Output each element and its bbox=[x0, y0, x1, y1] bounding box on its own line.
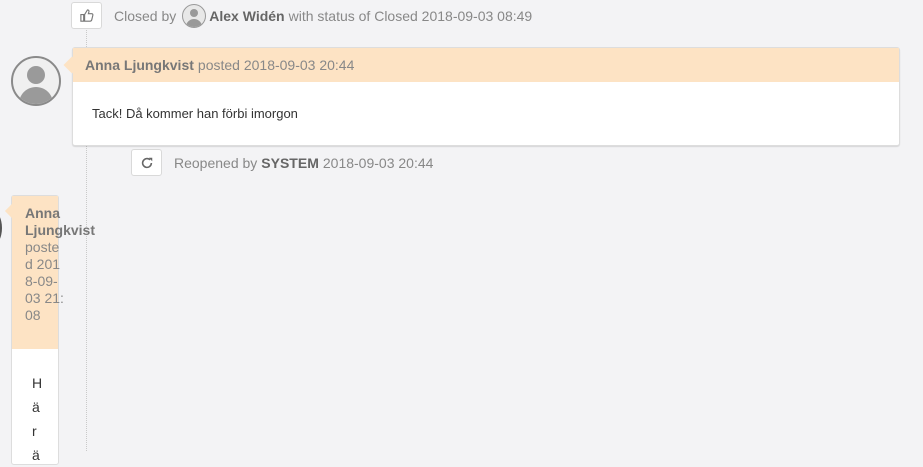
status-reopened-user: SYSTEM bbox=[261, 154, 319, 171]
status-reopened-row: Reopened by SYSTEM 2018-09-03 20:44 bbox=[131, 149, 433, 176]
refresh-icon bbox=[131, 149, 162, 176]
author-avatar bbox=[11, 56, 61, 106]
post-author-2[interactable]: Anna Ljungkvist bbox=[25, 205, 95, 239]
post-body: Tack! Då kommer han förbi imorgon bbox=[92, 106, 298, 121]
post-body-2: Här ä bbox=[32, 375, 43, 463]
post-author[interactable]: Anna Ljungkvist bbox=[85, 57, 194, 73]
post-header: Anna Ljungkvist posted 2018-09-03 20:44 bbox=[73, 48, 899, 82]
status-closed-prefix: Closed by bbox=[114, 7, 177, 24]
post-card-2: Anna Ljungkvist posted 2018-09-03 21:08 … bbox=[4, 195, 95, 465]
thumbs-up-icon bbox=[71, 2, 102, 29]
post-meta-2: posted 2018-09-03 21:08 bbox=[25, 239, 64, 323]
post-header-2: Anna Ljungkvist posted 2018-09-03 21:08 bbox=[12, 196, 95, 349]
post-meta: posted 2018-09-03 20:44 bbox=[197, 57, 355, 73]
user-avatar bbox=[182, 3, 207, 28]
status-closed-user[interactable]: Alex Widén bbox=[209, 8, 284, 24]
status-closed-row: Closed by Alex Widén with status of Clos… bbox=[71, 2, 532, 29]
author-avatar-partial bbox=[0, 210, 2, 246]
status-reopened-suffix: 2018-09-03 20:44 bbox=[322, 154, 434, 171]
status-reopened-prefix: Reopened by bbox=[174, 154, 258, 171]
post-card: Anna Ljungkvist posted 2018-09-03 20:44 … bbox=[63, 47, 900, 146]
status-closed-suffix: with status of Closed 2018-09-03 08:49 bbox=[288, 7, 533, 24]
